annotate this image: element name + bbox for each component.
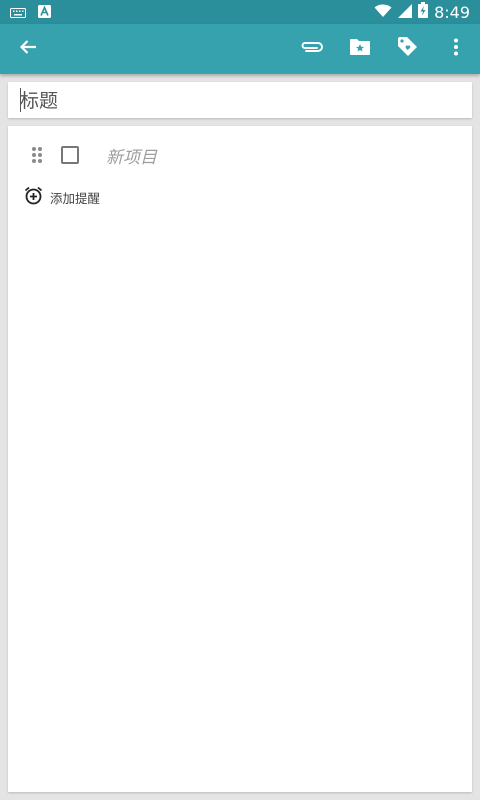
a-notification-icon — [38, 3, 51, 22]
toolbar — [0, 24, 480, 74]
add-reminder-button[interactable]: 添加提醒 — [24, 186, 100, 209]
clock-time: 8:49 — [434, 2, 470, 22]
tag-icon — [397, 37, 419, 61]
item-checkbox[interactable] — [61, 146, 79, 164]
title-input[interactable] — [20, 88, 460, 114]
text-cursor — [20, 88, 21, 112]
battery-charging-icon — [418, 2, 429, 22]
keyboard-icon — [10, 3, 26, 22]
arrow-back-icon — [18, 37, 38, 61]
status-bar: 8:49 — [0, 0, 480, 24]
wifi-icon — [374, 3, 392, 22]
checklist-card: 新项目 添加提醒 — [8, 126, 472, 792]
folder-star-icon — [349, 38, 371, 60]
label-button[interactable] — [384, 25, 432, 73]
signal-icon — [398, 3, 413, 22]
attach-button[interactable] — [288, 25, 336, 73]
title-card — [8, 82, 472, 118]
more-options-button[interactable] — [432, 25, 480, 73]
add-reminder-label: 添加提醒 — [50, 191, 101, 206]
checklist-item-new: 新项目 — [8, 140, 472, 170]
alarm-add-icon — [24, 186, 43, 209]
back-button[interactable] — [4, 25, 52, 73]
paperclip-icon — [299, 39, 325, 59]
move-to-folder-button[interactable] — [336, 25, 384, 73]
more-vert-icon — [453, 38, 459, 60]
new-item-input[interactable]: 新项目 — [106, 143, 157, 168]
drag-handle-icon[interactable] — [32, 147, 42, 163]
